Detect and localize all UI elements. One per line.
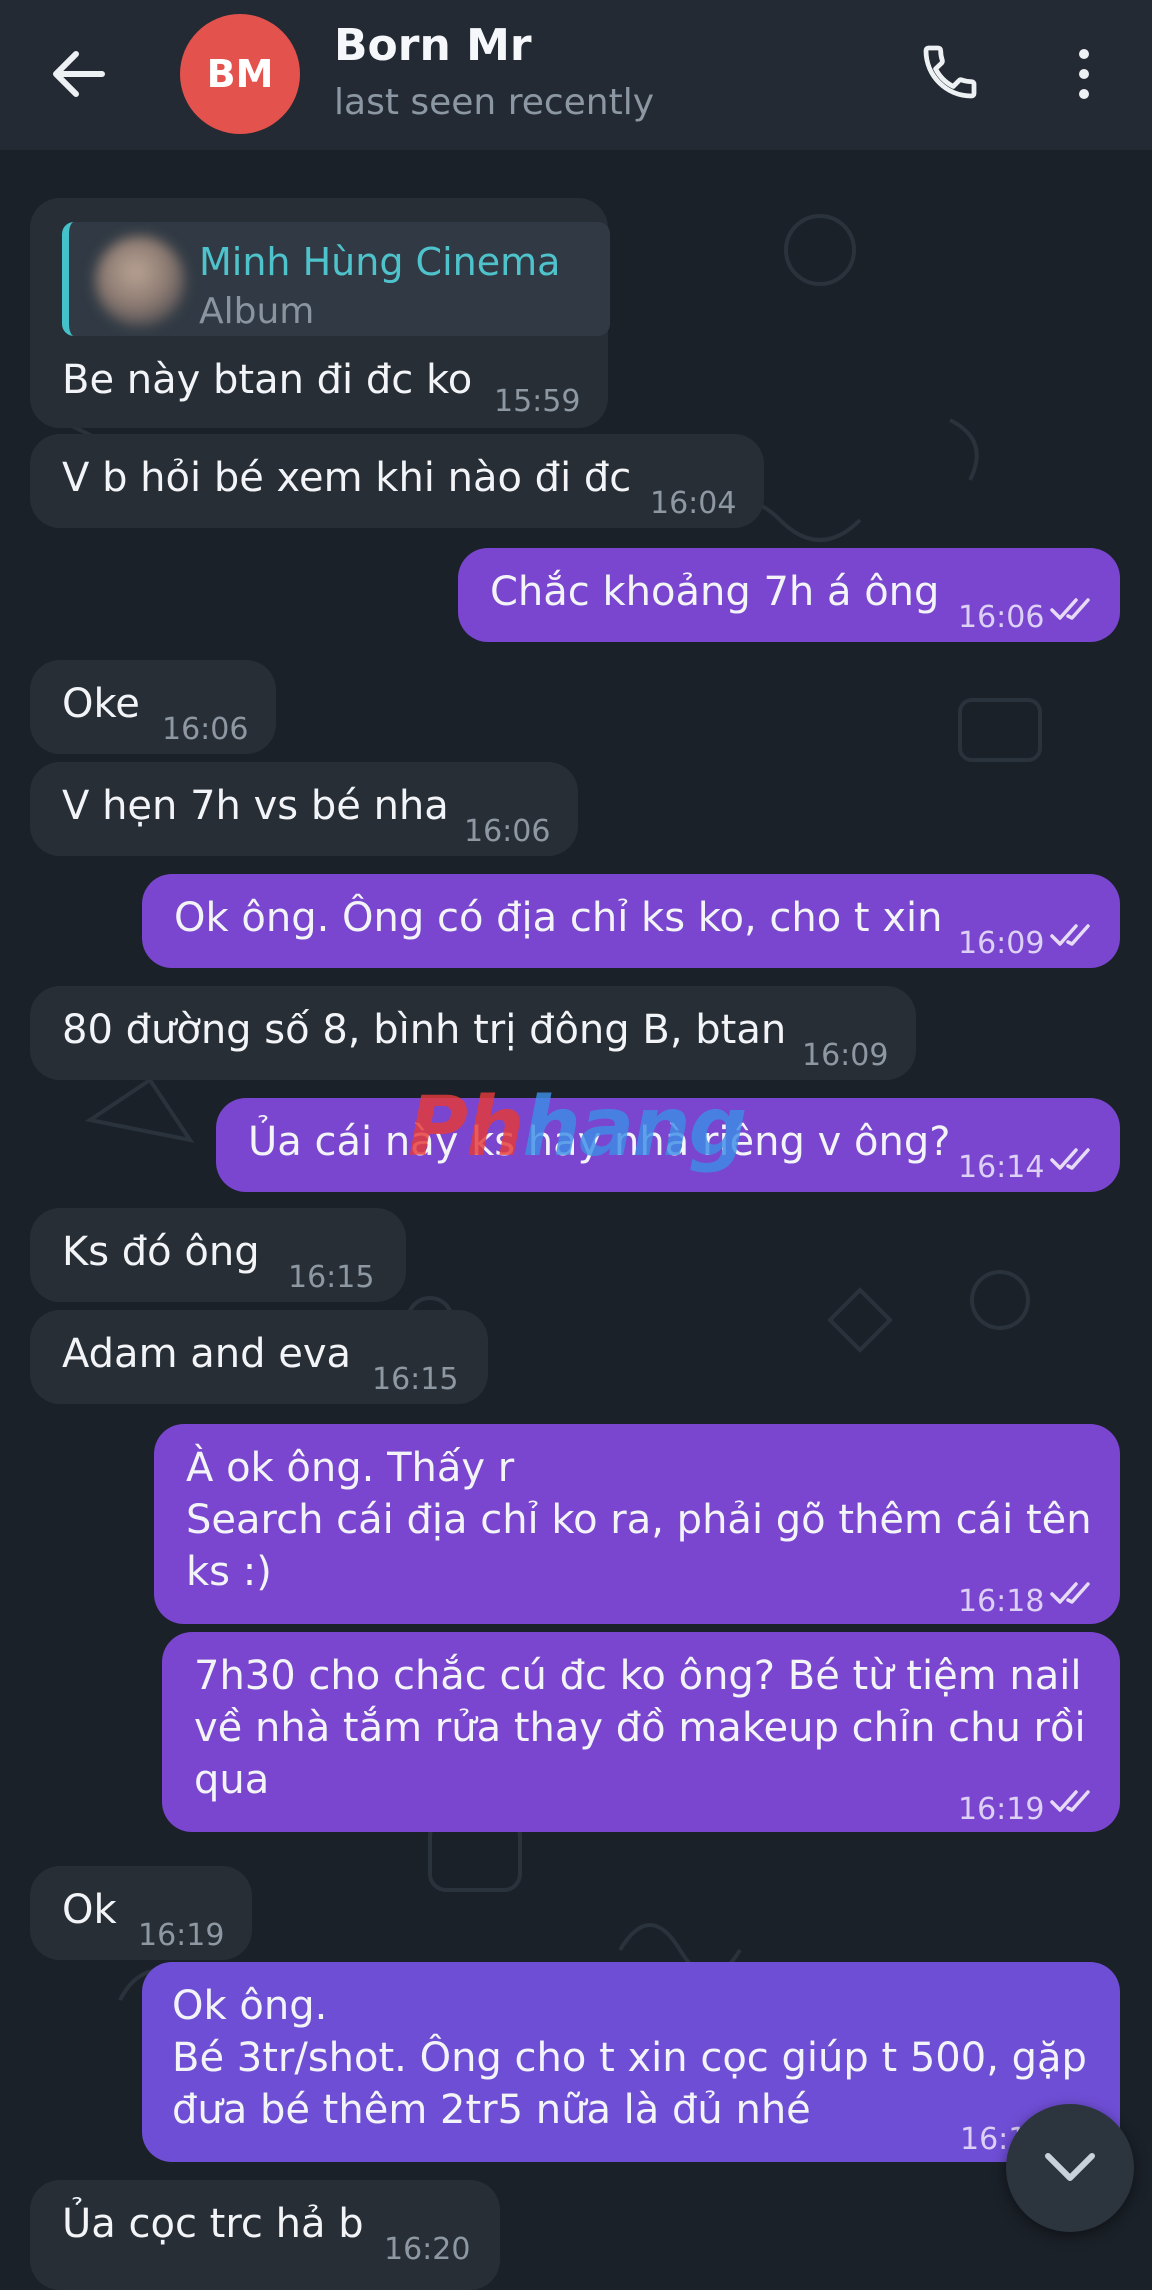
avatar[interactable]: BM [180, 14, 300, 134]
message-text: Ok [62, 1887, 117, 1933]
reply-subtitle: Album [199, 291, 315, 332]
message-time: 16:09 [802, 1038, 889, 1073]
message-incoming[interactable]: V hẹn 7h vs bé nha 16:06 [30, 762, 578, 856]
message-line: Bé 3tr/shot. Ông cho t xin cọc giúp t 50… [172, 2035, 1087, 2081]
message-line: Ok ông. [172, 1983, 328, 2029]
contact-name[interactable]: Born Mr [334, 20, 532, 71]
message-text: Adam and eva [62, 1331, 352, 1377]
message-time: 16:06 [464, 814, 551, 849]
message-time: 16:15 [288, 1260, 375, 1295]
chevron-down-icon [1045, 2153, 1095, 2181]
double-check-icon [1050, 1148, 1090, 1170]
message-text: Ok ông. Bé 3tr/shot. Ông cho t xin cọc g… [172, 1980, 1087, 2136]
message-time: 16:15 [372, 1362, 459, 1397]
message-text: V hẹn 7h vs bé nha [62, 783, 449, 829]
message-time: 16:09 [958, 926, 1045, 961]
message-text: Chắc khoảng 7h á ông [490, 569, 940, 615]
more-options-button[interactable] [1062, 44, 1106, 104]
double-check-icon [1050, 924, 1090, 946]
message-text: Ok ông. Ông có địa chỉ ks ko, cho t xin [174, 895, 943, 941]
reply-sender: Minh Hùng Cinema [199, 240, 561, 284]
message-outgoing[interactable]: Ủa cái này ks hay nhà riêng v ông? 16:14 [216, 1098, 1120, 1192]
message-text: 80 đường số 8, bình trị đông B, btan [62, 1007, 787, 1053]
message-line: đưa bé thêm 2tr5 nữa là đủ nhé [172, 2087, 811, 2133]
message-text: 7h30 cho chắc cú đc ko ông? Bé từ tiệm n… [194, 1650, 1086, 1806]
message-text: V b hỏi bé xem khi nào đi đc [62, 455, 632, 501]
message-time: 16:14 [958, 1150, 1045, 1185]
double-check-icon [1050, 1582, 1090, 1604]
contact-status: last seen recently [334, 82, 655, 123]
message-incoming[interactable]: Oke 16:06 [30, 660, 276, 754]
message-text: Ks đó ông [62, 1229, 260, 1275]
message-text: Be này btan đi đc ko [62, 357, 473, 403]
double-check-icon [1050, 598, 1090, 620]
message-time: 16:19 [138, 1918, 225, 1953]
message-text: Ủa cái này ks hay nhà riêng v ông? [248, 1119, 951, 1165]
message-time: 16:06 [162, 712, 249, 747]
message-line: Search cái địa chỉ ko ra, phải gõ thêm c… [186, 1497, 1092, 1543]
reply-preview[interactable]: Minh Hùng Cinema Album [62, 222, 610, 336]
more-vertical-icon [1079, 49, 1089, 99]
reply-thumbnail [95, 236, 185, 326]
message-incoming[interactable]: V b hỏi bé xem khi nào đi đc 16:04 [30, 434, 764, 528]
message-incoming[interactable]: Minh Hùng Cinema Album Be này btan đi đc… [30, 198, 610, 428]
double-check-icon [1050, 1790, 1090, 1812]
message-line: ks :) [186, 1549, 272, 1595]
message-line: về nhà tắm rửa thay đồ makeup chỉn chu r… [194, 1705, 1086, 1751]
scroll-to-bottom-button[interactable] [1006, 2104, 1134, 2232]
call-button[interactable] [918, 40, 982, 104]
back-button[interactable] [48, 48, 108, 100]
message-text: Oke [62, 681, 140, 727]
message-incoming[interactable]: Adam and eva 16:15 [30, 1310, 488, 1404]
message-incoming[interactable]: Ks đó ông 16:15 [30, 1208, 406, 1302]
message-outgoing[interactable]: Ok ông. Bé 3tr/shot. Ông cho t xin cọc g… [142, 1962, 1120, 2162]
message-time: 16:06 [958, 600, 1045, 635]
phone-icon [923, 45, 977, 99]
message-outgoing[interactable]: Chắc khoảng 7h á ông 16:06 [458, 548, 1120, 642]
message-line: qua [194, 1757, 270, 1803]
arrow-left-icon [53, 51, 105, 97]
message-line: 7h30 cho chắc cú đc ko ông? Bé từ tiệm n… [194, 1653, 1082, 1699]
message-time: 16:04 [650, 486, 737, 521]
message-outgoing[interactable]: À ok ông. Thấy r Search cái địa chỉ ko r… [154, 1424, 1120, 1624]
message-time: 16:20 [384, 2232, 471, 2267]
avatar-initials: BM [206, 52, 274, 96]
message-outgoing[interactable]: Ok ông. Ông có địa chỉ ks ko, cho t xin … [142, 874, 1120, 968]
message-incoming[interactable]: Ủa cọc trc hả b 16:20 [30, 2180, 500, 2290]
message-time: 16:18 [958, 1584, 1045, 1619]
message-incoming[interactable]: Ok 16:19 [30, 1866, 252, 1960]
message-text: À ok ông. Thấy r Search cái địa chỉ ko r… [186, 1442, 1092, 1598]
chat-header: BM Born Mr last seen recently [0, 0, 1152, 150]
message-time: 15:59 [494, 384, 581, 419]
message-outgoing[interactable]: 7h30 cho chắc cú đc ko ông? Bé từ tiệm n… [162, 1632, 1120, 1832]
message-line: À ok ông. Thấy r [186, 1445, 515, 1491]
message-incoming[interactable]: 80 đường số 8, bình trị đông B, btan 16:… [30, 986, 916, 1080]
message-text: Ủa cọc trc hả b [62, 2201, 364, 2247]
message-time: 16:19 [958, 1792, 1045, 1827]
